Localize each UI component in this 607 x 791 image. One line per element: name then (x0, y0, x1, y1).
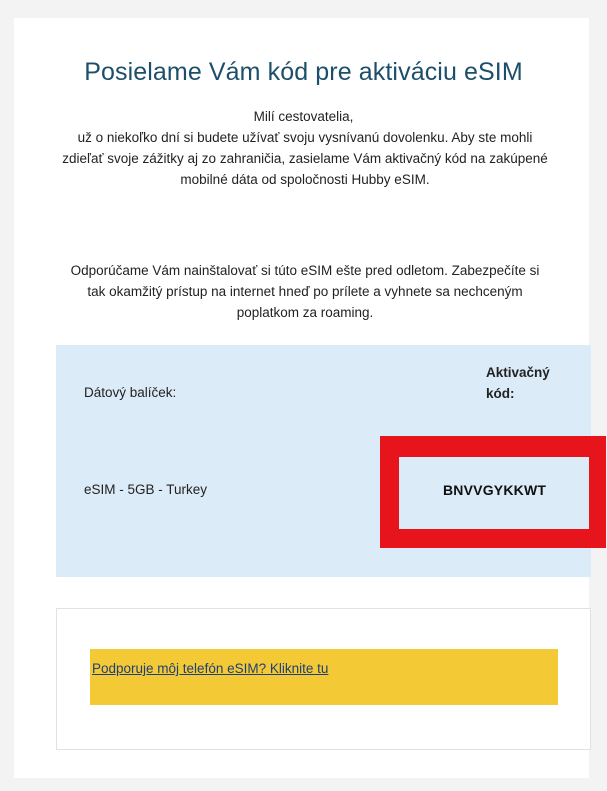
email-title: Posielame Vám kód pre aktiváciu eSIM (84, 58, 523, 86)
package-label: Dátový balíček: (84, 385, 177, 400)
activation-code-value: BNVVGYKKWT (443, 482, 547, 498)
email-page: Posielame Vám kód pre aktiváciu eSIM Mil… (0, 0, 607, 791)
cta-banner[interactable] (90, 649, 558, 705)
package-value: eSIM - 5GB - Turkey (84, 482, 208, 497)
greeting-text: Milí cestovatelia, (253, 109, 354, 124)
intro-paragraph: už o niekoľko dní si budete užívať svoju… (62, 130, 548, 187)
activation-code-label: Aktivačný kód: (486, 365, 550, 401)
advice-paragraph: Odporúčame Vám nainštalovať si túto eSIM… (70, 263, 540, 320)
esim-compatibility-link[interactable]: Podporuje môj telefón eSIM? Kliknite tu (92, 661, 328, 676)
